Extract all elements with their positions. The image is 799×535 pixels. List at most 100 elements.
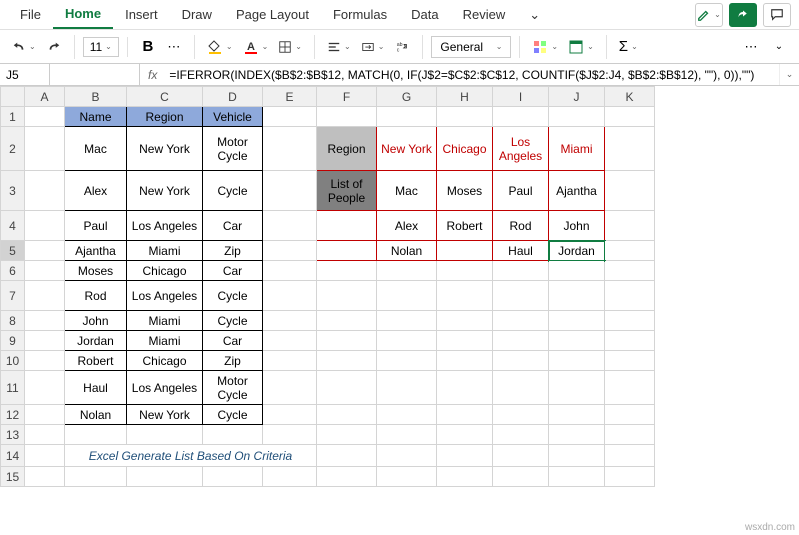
font-color-button[interactable]: A⌄: [239, 35, 273, 59]
tab-formulas[interactable]: Formulas: [321, 1, 399, 28]
cell-D4[interactable]: Car: [203, 211, 263, 241]
cell-H8[interactable]: [437, 311, 493, 331]
comments-button[interactable]: [763, 3, 791, 27]
collapse-ribbon[interactable]: ⌄: [767, 35, 791, 59]
cell-K7[interactable]: [605, 281, 655, 311]
cell-K13[interactable]: [605, 425, 655, 445]
cell-C6[interactable]: Chicago: [127, 261, 203, 281]
tab-review[interactable]: Review: [451, 1, 518, 28]
cell-C7[interactable]: Los Angeles: [127, 281, 203, 311]
cell-E5[interactable]: [263, 241, 317, 261]
cell-C13[interactable]: [127, 425, 203, 445]
cell-B14[interactable]: Excel Generate List Based On Criteria: [65, 445, 317, 467]
col-head-G[interactable]: G: [377, 87, 437, 107]
cell-J4[interactable]: John: [549, 211, 605, 241]
cell-C1[interactable]: Region: [127, 107, 203, 127]
cell-F9[interactable]: [317, 331, 377, 351]
cell-H7[interactable]: [437, 281, 493, 311]
cell-G14[interactable]: [377, 445, 437, 467]
cell-H4[interactable]: Robert: [437, 211, 493, 241]
cell-D13[interactable]: [203, 425, 263, 445]
cell-A10[interactable]: [25, 351, 65, 371]
col-head-K[interactable]: K: [605, 87, 655, 107]
cell-C15[interactable]: [127, 467, 203, 487]
cell-I5[interactable]: Haul: [493, 241, 549, 261]
select-all-corner[interactable]: [1, 87, 25, 107]
border-button[interactable]: ⌄: [274, 35, 306, 59]
cell-A11[interactable]: [25, 371, 65, 405]
col-head-F[interactable]: F: [317, 87, 377, 107]
cell-H1[interactable]: [437, 107, 493, 127]
cell-B4[interactable]: Paul: [65, 211, 127, 241]
cell-A8[interactable]: [25, 311, 65, 331]
cell-I3[interactable]: Paul: [493, 171, 549, 211]
row-head-12[interactable]: 12: [1, 405, 25, 425]
cell-J6[interactable]: [549, 261, 605, 281]
cell-F12[interactable]: [317, 405, 377, 425]
cell-G7[interactable]: [377, 281, 437, 311]
formula-expand[interactable]: ⌄: [779, 64, 799, 85]
cell-A2[interactable]: [25, 127, 65, 171]
row-head-6[interactable]: 6: [1, 261, 25, 281]
cond-format-button[interactable]: ⌄: [528, 35, 562, 59]
row-head-11[interactable]: 11: [1, 371, 25, 405]
cell-I4[interactable]: Rod: [493, 211, 549, 241]
cell-F4[interactable]: [317, 211, 377, 241]
cell-C2[interactable]: New York: [127, 127, 203, 171]
cell-C10[interactable]: Chicago: [127, 351, 203, 371]
cell-E7[interactable]: [263, 281, 317, 311]
cell-G4[interactable]: Alex: [377, 211, 437, 241]
cell-E2[interactable]: [263, 127, 317, 171]
cell-D8[interactable]: Cycle: [203, 311, 263, 331]
name-box[interactable]: J5: [0, 64, 50, 85]
cell-I9[interactable]: [493, 331, 549, 351]
toolbar-more[interactable]: ⋯: [739, 35, 763, 59]
tab-file[interactable]: File: [8, 1, 53, 28]
cell-C12[interactable]: New York: [127, 405, 203, 425]
number-format-select[interactable]: General⌄: [431, 36, 511, 58]
wrap-button[interactable]: abc: [390, 35, 414, 59]
cell-I6[interactable]: [493, 261, 549, 281]
bold-button[interactable]: B: [136, 35, 160, 59]
fx-icon[interactable]: fx: [140, 68, 165, 82]
cell-A3[interactable]: [25, 171, 65, 211]
row-head-5[interactable]: 5: [1, 241, 25, 261]
cell-I7[interactable]: [493, 281, 549, 311]
cell-D7[interactable]: Cycle: [203, 281, 263, 311]
cell-A4[interactable]: [25, 211, 65, 241]
cell-A1[interactable]: [25, 107, 65, 127]
font-size-input[interactable]: 11⌄: [83, 37, 119, 57]
cell-G15[interactable]: [377, 467, 437, 487]
cell-K8[interactable]: [605, 311, 655, 331]
cell-I1[interactable]: [493, 107, 549, 127]
cell-J11[interactable]: [549, 371, 605, 405]
cell-J3[interactable]: Ajantha: [549, 171, 605, 211]
cell-D5[interactable]: Zip: [203, 241, 263, 261]
cell-H2[interactable]: Chicago: [437, 127, 493, 171]
cell-E12[interactable]: [263, 405, 317, 425]
cell-B1[interactable]: Name: [65, 107, 127, 127]
cell-A9[interactable]: [25, 331, 65, 351]
col-head-B[interactable]: B: [65, 87, 127, 107]
cell-J14[interactable]: [549, 445, 605, 467]
cell-H13[interactable]: [437, 425, 493, 445]
cell-H15[interactable]: [437, 467, 493, 487]
cell-D10[interactable]: Zip: [203, 351, 263, 371]
cell-F6[interactable]: [317, 261, 377, 281]
cell-K6[interactable]: [605, 261, 655, 281]
cell-G2[interactable]: New York: [377, 127, 437, 171]
cell-K14[interactable]: [605, 445, 655, 467]
formula-input[interactable]: [165, 66, 779, 84]
cell-K15[interactable]: [605, 467, 655, 487]
cell-G9[interactable]: [377, 331, 437, 351]
redo-button[interactable]: [42, 35, 66, 59]
pen-button[interactable]: ⌄: [695, 3, 723, 27]
fill-color-button[interactable]: ⌄: [203, 35, 237, 59]
cell-H14[interactable]: [437, 445, 493, 467]
cell-J9[interactable]: [549, 331, 605, 351]
cell-G13[interactable]: [377, 425, 437, 445]
cell-B12[interactable]: Nolan: [65, 405, 127, 425]
row-head-15[interactable]: 15: [1, 467, 25, 487]
row-head-3[interactable]: 3: [1, 171, 25, 211]
row-head-1[interactable]: 1: [1, 107, 25, 127]
